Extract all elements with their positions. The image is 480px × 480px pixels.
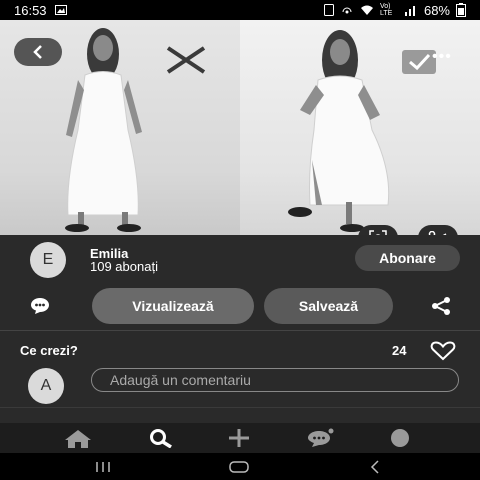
action-row: Vizualizează Salvează: [0, 288, 480, 324]
profile-icon: [391, 429, 409, 447]
system-navigation: [0, 453, 480, 480]
chevron-left-icon: [33, 45, 42, 59]
checkbox-check-icon[interactable]: [402, 50, 436, 74]
pin-image[interactable]: •••: [0, 20, 480, 235]
nav-search[interactable]: [144, 427, 176, 449]
pin-details-panel: E Emilia 109 abonați Abonare Vizualizeaz…: [0, 235, 480, 423]
home-icon: [65, 430, 91, 448]
creator-followers: 109 abonați: [90, 259, 158, 274]
system-home-button[interactable]: [224, 457, 254, 477]
system-back-button[interactable]: [360, 457, 390, 477]
home-button-icon: [229, 461, 249, 473]
user-avatar: A: [28, 368, 64, 404]
divider: [0, 407, 480, 408]
back-button[interactable]: [14, 38, 62, 66]
status-bar: 16:53 Vo) LTE 68%: [0, 0, 480, 20]
nav-create[interactable]: [223, 427, 255, 449]
status-time: 16:53: [14, 2, 47, 18]
recents-icon: [96, 462, 110, 472]
divider: [0, 330, 480, 331]
more-dots-icon[interactable]: •••: [432, 48, 452, 66]
scissors-button[interactable]: [418, 225, 458, 235]
creator-avatar[interactable]: E: [30, 242, 66, 278]
comments-title: Ce crezi?: [20, 343, 78, 358]
visual-search-button[interactable]: [358, 225, 398, 235]
sim-icon: [323, 4, 334, 16]
speech-bubble-icon[interactable]: [30, 297, 50, 315]
wifi-icon: [360, 5, 373, 15]
plus-icon: [229, 429, 249, 447]
follow-button[interactable]: Abonare: [355, 245, 460, 271]
hotspot-icon: [342, 7, 352, 14]
likes-count: 24: [392, 343, 407, 358]
search-icon: [150, 429, 172, 448]
x-icon[interactable]: [164, 46, 208, 74]
bottom-navigation: [0, 423, 480, 453]
back-arrow-icon: [370, 460, 379, 474]
battery-percent: 68%: [423, 2, 450, 18]
nav-profile[interactable]: [384, 427, 416, 449]
network-label: Vo) LTE: [379, 3, 393, 17]
gallery-notification-icon: [54, 5, 67, 15]
nav-messages[interactable]: [304, 427, 336, 449]
comment-input[interactable]: [91, 368, 459, 392]
share-icon[interactable]: [430, 296, 452, 316]
signal-icon: [404, 6, 415, 16]
heart-icon[interactable]: [430, 341, 456, 361]
recents-button[interactable]: [88, 457, 118, 477]
chat-icon: [308, 428, 334, 447]
nav-home[interactable]: [62, 427, 94, 449]
battery-icon: [456, 3, 466, 17]
save-button[interactable]: Salvează: [264, 288, 393, 324]
visit-button[interactable]: Vizualizează: [92, 288, 254, 324]
